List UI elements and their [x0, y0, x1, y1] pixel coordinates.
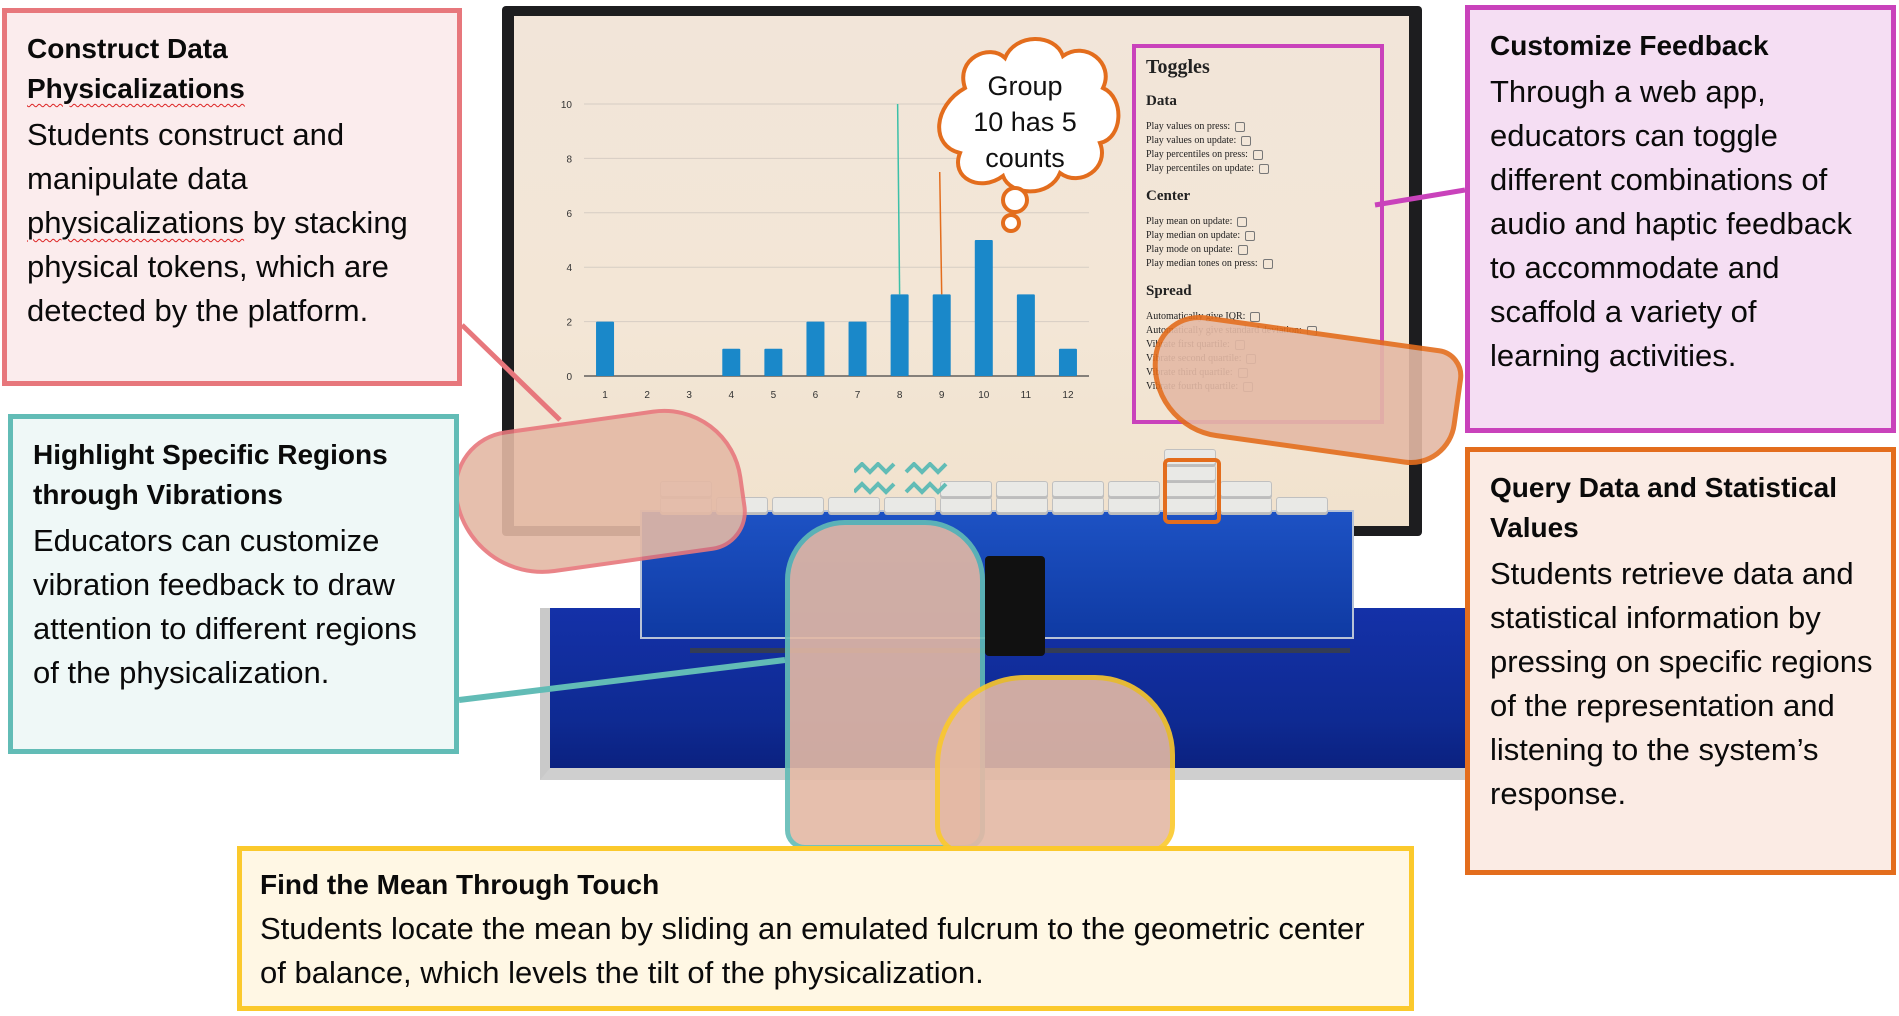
callout-construct-title: Construct Data Physicalizations — [27, 29, 439, 109]
title-line-2: Physicalizations — [27, 73, 245, 104]
callout-highlight-regions: Highlight Specific Regions through Vibra… — [8, 414, 459, 754]
callout-customize-feedback: Customize Feedback Through a web app, ed… — [1465, 5, 1896, 433]
callout-customize-body: Through a web app, educators can toggle … — [1490, 74, 1852, 373]
callout-find-mean: Find the Mean Through Touch Students loc… — [237, 846, 1414, 1011]
body-part-2: physicalizations — [27, 205, 245, 240]
connector-construct — [460, 323, 562, 422]
callout-mean-body: Students locate the mean by sliding an e… — [260, 911, 1365, 990]
callout-query-title: Query Data and Statistical Values — [1490, 472, 1838, 543]
callout-construct-body: Students construct and manipulate data p… — [27, 113, 439, 333]
callout-mean-title: Find the Mean Through Touch — [260, 869, 660, 900]
callout-query-body: Students retrieve data and statistical i… — [1490, 556, 1873, 811]
callout-query-data: Query Data and Statistical Values Studen… — [1465, 447, 1896, 875]
callout-highlight-body: Educators can customize vibration feedba… — [33, 523, 417, 690]
callout-highlight-title: Highlight Specific Regions through Vibra… — [33, 439, 388, 510]
callout-construct-data: Construct Data Physicalizations Students… — [2, 8, 462, 386]
connector-highlight — [458, 657, 786, 703]
callout-customize-title: Customize Feedback — [1490, 30, 1769, 61]
title-line-1: Construct Data — [27, 33, 228, 64]
connector-customize — [1374, 187, 1466, 208]
body-part-1: Students construct and manipulate data — [27, 117, 345, 196]
